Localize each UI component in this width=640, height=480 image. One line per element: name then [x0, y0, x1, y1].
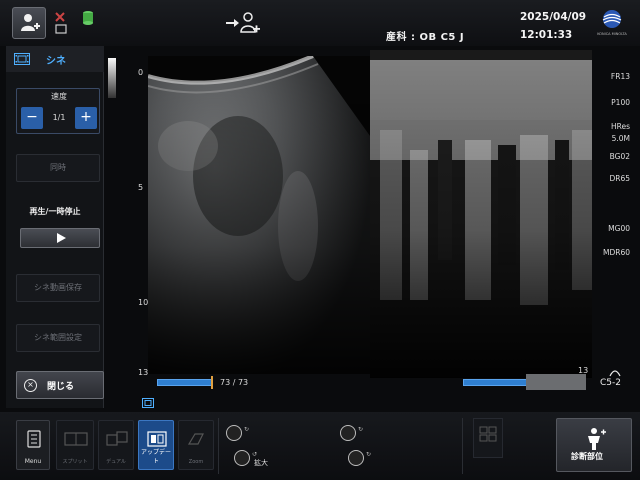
speed-increase-button[interactable]: + [75, 107, 97, 129]
param-frequency: 5.0M [611, 134, 630, 143]
toolbar-divider [218, 418, 219, 474]
close-label: 閉じる [47, 382, 75, 392]
frame-counter: 73 / 73 [220, 378, 249, 387]
rotary-knob-1[interactable] [226, 425, 242, 441]
param-bg: BG02 [609, 152, 630, 161]
b-mode-cine-progress[interactable] [157, 379, 213, 386]
top-bar: 産科 : OB C5 J 2025/04/09 12:01:33 KONICA … [0, 0, 640, 46]
rotate-arrow-icon: ↻ [244, 426, 250, 433]
rotate-arrow-icon: ↻ [366, 451, 372, 458]
depth-scale: 0 5 10 13 [118, 58, 154, 378]
param-power: P100 [611, 98, 630, 107]
diagnostic-site-button[interactable]: 診断部位 [556, 418, 632, 472]
rotate-arrow-icon: ↺ [252, 451, 258, 458]
disabled-tool-button[interactable] [473, 418, 503, 458]
cine-position-marker[interactable] [211, 376, 213, 389]
cine-panel-title: シネ [46, 56, 66, 67]
m-mode-cine-remaining [526, 374, 586, 390]
b-mode-image[interactable] [148, 56, 370, 374]
grayscale-bar [108, 58, 116, 98]
date-display: 2025/04/09 [520, 11, 587, 23]
m-mode-cine-progress[interactable] [463, 379, 527, 386]
m-mode-image[interactable] [370, 50, 592, 378]
close-cine-button[interactable]: × 閉じる [16, 371, 104, 399]
bottom-toolbar [0, 412, 640, 480]
probe-orientation-icon [609, 370, 621, 377]
param-mdr: MDR60 [602, 248, 630, 257]
speed-label: 速度 [51, 92, 67, 101]
exam-preset-label: 産科 : OB C5 J [386, 32, 465, 43]
m-mode-trace [370, 50, 592, 378]
cine-film-icon [142, 398, 154, 408]
grid-icon [479, 426, 497, 442]
speed-value: 1/1 [52, 113, 66, 122]
body-site-icon [588, 428, 606, 450]
param-mg: MG00 [608, 224, 630, 233]
probe-select-button[interactable] [50, 7, 76, 39]
play-pause-button[interactable] [20, 228, 100, 248]
depth-label-0: 0 [138, 68, 144, 77]
depth-label-5: 5 [138, 183, 144, 192]
rotary-knob-3[interactable] [340, 425, 356, 441]
split-label: スプリット [62, 459, 88, 465]
zoom-label: 拡大 [254, 459, 268, 467]
zoom-tool-button[interactable]: Zoom [178, 420, 214, 470]
save-cine-button[interactable]: シネ動画保存 [16, 274, 100, 302]
film-icon [14, 53, 30, 65]
menu-icon [27, 430, 41, 448]
patient-register-button[interactable] [12, 7, 46, 39]
dual-screen-icon [106, 431, 128, 446]
zoom-tool-icon [187, 433, 204, 445]
split-button[interactable]: スプリット [56, 420, 94, 470]
play-pause-label: 再生/一時停止 [29, 207, 81, 216]
diagnostic-site-label: 診断部位 [571, 452, 603, 461]
cine-range-button[interactable]: シネ範囲設定 [16, 324, 100, 352]
time-display: 12:01:33 [520, 29, 573, 41]
dual-button[interactable]: デュアル [98, 420, 134, 470]
cine-panel-header: シネ [6, 46, 104, 72]
probe-icon [55, 12, 67, 34]
depth-label-13: 13 [138, 368, 149, 377]
brand-logo: KONICA MINOLTA [592, 8, 632, 40]
update-button[interactable]: アップデート [138, 420, 174, 470]
add-patient-icon [21, 14, 40, 31]
depth-label-10: 10 [138, 298, 149, 307]
speed-decrease-button[interactable]: − [21, 107, 43, 129]
play-icon [57, 233, 66, 243]
dual-label: デュアル [106, 459, 126, 465]
storage-button[interactable] [78, 7, 100, 39]
image-parameters: FR13 P100 HRes 5.0M BG02 DR65 MG00 MDR60 [600, 68, 640, 268]
rotary-knob-4[interactable] [348, 450, 364, 466]
rotary-knob-2[interactable] [234, 450, 250, 466]
toolbar-divider [462, 418, 463, 474]
transfer-user-icon [226, 12, 260, 33]
rotate-arrow-icon: ↻ [358, 426, 364, 433]
zoom-tool-label: Zoom [188, 459, 204, 465]
menu-button[interactable]: Menu [16, 420, 50, 470]
probe-label: C5-2 [600, 378, 621, 388]
konica-minolta-logo-icon [602, 10, 622, 28]
close-icon: × [24, 379, 37, 392]
cine-panel: シネ 速度 − 1/1 + 同時 再生/一時停止 シネ動画保存 シネ範囲設定 ×… [6, 46, 104, 408]
param-frame-rate: FR13 [610, 72, 630, 81]
database-icon [83, 11, 93, 25]
param-dr: DR65 [609, 174, 630, 183]
update-label: アップデート [140, 449, 171, 465]
update-icon [147, 431, 167, 447]
split-screen-icon [64, 432, 88, 446]
param-hres: HRes [610, 122, 630, 131]
speed-control: 速度 − 1/1 + [16, 88, 100, 134]
sync-button[interactable]: 同時 [16, 154, 100, 182]
logo-text: KONICA MINOLTA [597, 32, 627, 36]
menu-label: Menu [24, 458, 42, 465]
patient-transfer-button[interactable] [224, 10, 264, 42]
b-mode-sector [148, 56, 370, 374]
